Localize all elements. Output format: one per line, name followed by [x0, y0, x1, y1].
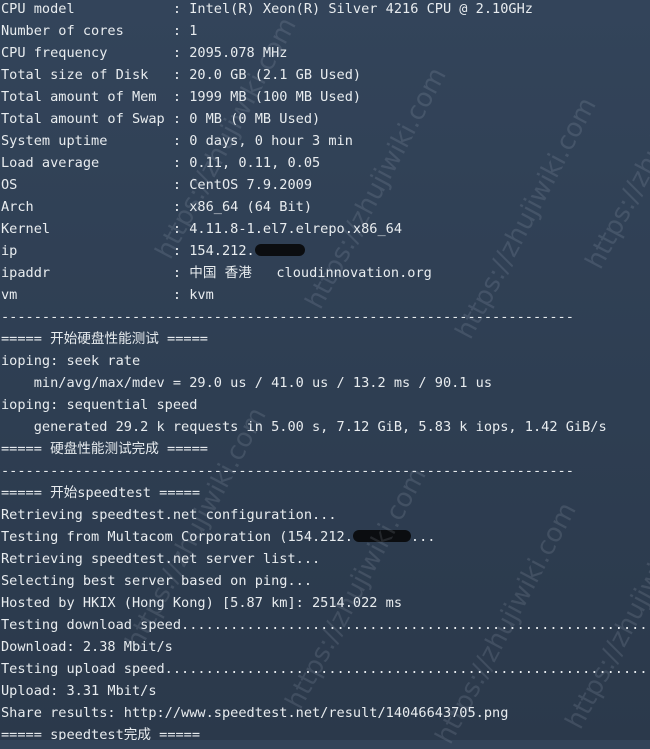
- terminal-line: System uptime : 0 days, 0 hour 3 min: [1, 133, 353, 149]
- terminal-output[interactable]: CPU model : Intel(R) Xeon(R) Silver 4216…: [0, 0, 650, 740]
- terminal-line: Total amount of Swap : 0 MB (0 MB Used): [1, 111, 321, 127]
- terminal-line: Total size of Disk : 20.0 GB (2.1 GB Use…: [1, 67, 362, 83]
- terminal-line-ip: ip : 154.212.: [1, 240, 305, 262]
- terminal-line: CPU frequency : 2095.078 MHz: [1, 45, 288, 61]
- terminal-line: Testing upload speed....................…: [1, 661, 650, 677]
- testing-from-suffix: ...: [410, 529, 436, 545]
- terminal-line: OS : CentOS 7.9.2009: [1, 177, 312, 193]
- terminal-line: ipaddr : 中国 香港 cloudinnovation.org: [1, 265, 432, 281]
- terminal-line-testing-from: Testing from Multacom Corporation (154.2…: [1, 526, 435, 548]
- redacted-block: [352, 530, 411, 542]
- terminal-line: vm : kvm: [1, 287, 214, 303]
- terminal-line: Download: 2.38 Mbit/s: [1, 639, 173, 655]
- terminal-line: min/avg/max/mdev = 29.0 us / 41.0 us / 1…: [1, 375, 493, 391]
- terminal-line: Total amount of Mem : 1999 MB (100 MB Us…: [1, 89, 362, 105]
- terminal-line: ioping: seek rate: [1, 353, 141, 369]
- separator-line: ----------------------------------------…: [1, 309, 574, 325]
- terminal-line: CPU model : Intel(R) Xeon(R) Silver 4216…: [1, 1, 533, 17]
- terminal-line: Load average : 0.11, 0.11, 0.05: [1, 155, 321, 171]
- terminal-line: Number of cores : 1: [1, 23, 198, 39]
- terminal-line: ===== 硬盘性能测试完成 =====: [1, 441, 208, 457]
- terminal-line: Arch : x86_64 (64 Bit): [1, 199, 312, 215]
- separator-line: ----------------------------------------…: [1, 463, 574, 479]
- terminal-line: Share results: http://www.speedtest.net/…: [1, 705, 509, 721]
- testing-from-text: Testing from Multacom Corporation (154.2…: [1, 529, 353, 545]
- terminal-line: Selecting best server based on ping...: [1, 573, 312, 589]
- terminal-line: Hosted by HKIX (Hong Kong) [5.87 km]: 25…: [1, 595, 403, 611]
- terminal-line: Testing download speed..................…: [1, 617, 650, 633]
- terminal-line: Retrieving speedtest.net server list...: [1, 551, 321, 567]
- terminal-line: ===== 开始speedtest =====: [1, 485, 201, 501]
- terminal-line: generated 29.2 k requests in 5.00 s, 7.1…: [1, 419, 607, 435]
- terminal-line: Kernel : 4.11.8-1.el7.elrepo.x86_64: [1, 221, 403, 237]
- redacted-block: [254, 244, 305, 256]
- terminal-line: ioping: sequential speed: [1, 397, 198, 413]
- terminal-line: Retrieving speedtest.net configuration..…: [1, 507, 337, 523]
- terminal-line: Upload: 3.31 Mbit/s: [1, 683, 157, 699]
- terminal-line: ===== speedtest完成 =====: [1, 727, 201, 740]
- terminal-line: ===== 开始硬盘性能测试 =====: [1, 331, 208, 347]
- ip-text: ip : 154.212.: [1, 243, 255, 259]
